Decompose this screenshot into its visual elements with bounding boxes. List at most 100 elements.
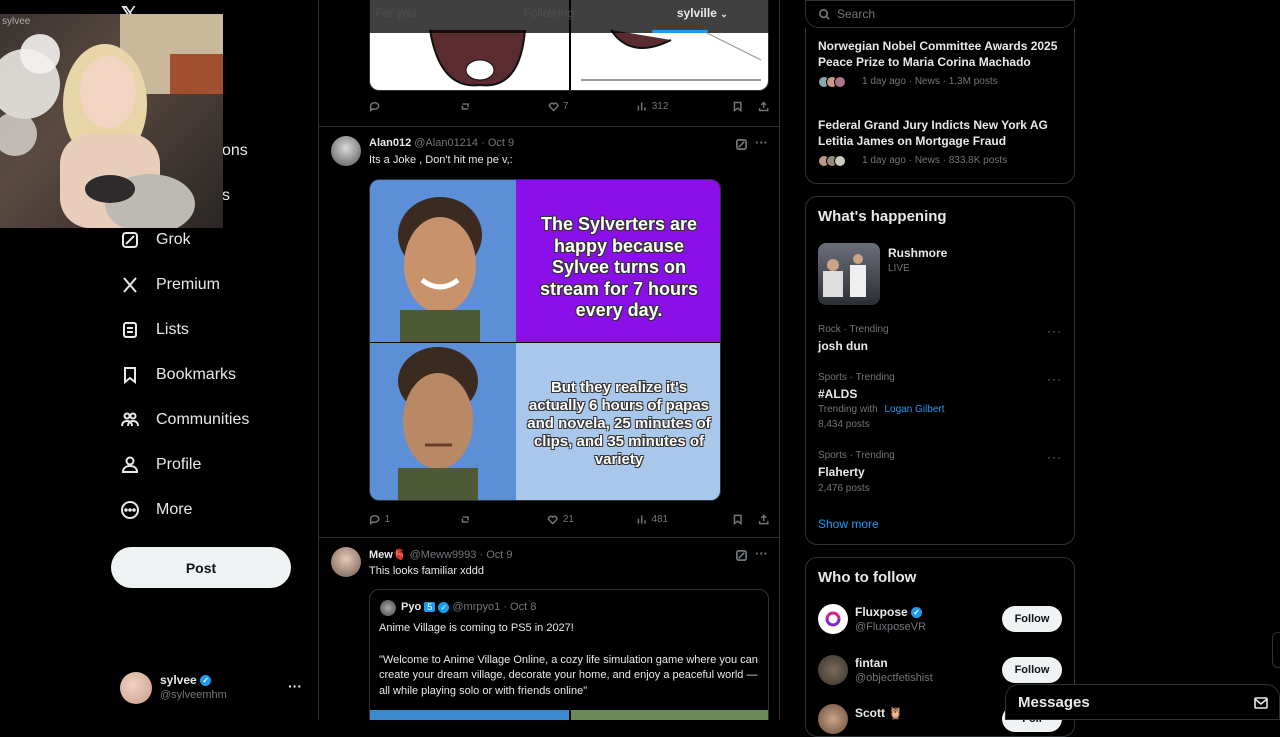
- views-icon[interactable]: [636, 100, 647, 113]
- webcam-label: sylvee: [2, 16, 31, 27]
- trend-name[interactable]: josh dun: [818, 339, 868, 353]
- share-icon[interactable]: [758, 513, 769, 526]
- account-switcher[interactable]: sylvee ✓ @sylveemhm ···: [110, 664, 310, 712]
- news-avatars: [818, 154, 846, 172]
- tweet-header: Mew🫀 @Meww9993 · Oct 9: [369, 548, 513, 561]
- reply-icon[interactable]: [369, 513, 380, 526]
- news-item-title[interactable]: Federal Grand Jury Indicts New York AG L…: [818, 117, 1068, 149]
- section-title: Who to follow: [818, 569, 917, 586]
- bookmark-icon: [124, 367, 136, 385]
- tweet-media-meme[interactable]: The Sylverters are happy because Sylvee …: [369, 179, 721, 501]
- news-item-meta: 1 day ago · News · 1.3M posts: [862, 76, 998, 87]
- quote-text-line2: "Welcome to Anime Village Online, a cozy…: [379, 654, 758, 697]
- retweet-icon[interactable]: [460, 513, 471, 526]
- search-placeholder: Search: [837, 7, 876, 21]
- quote-media: [571, 710, 768, 720]
- live-thumbnail[interactable]: [818, 243, 880, 305]
- follow-avatar[interactable]: [818, 604, 848, 634]
- quote-text-line1: Anime Village is coming to PS5 in 2027!: [379, 622, 574, 634]
- grok-analyze-icon[interactable]: [735, 549, 748, 562]
- tweet-more-icon[interactable]: ···: [755, 546, 768, 561]
- account-more-icon[interactable]: ···: [288, 678, 302, 694]
- like-icon[interactable]: [547, 513, 559, 526]
- nav-item-lists[interactable]: Lists: [120, 318, 189, 342]
- follow-button[interactable]: Follow: [1002, 657, 1062, 683]
- tab-following[interactable]: Following: [472, 0, 625, 33]
- reply-icon[interactable]: [369, 100, 380, 113]
- profile-icon: [121, 456, 139, 473]
- follow-name[interactable]: Fluxpose: [855, 605, 908, 619]
- news-item-meta: 1 day ago · News · 833.8K posts: [862, 155, 1008, 166]
- tweet-date[interactable]: · Oct 9: [481, 137, 514, 149]
- reply-count: 1: [384, 514, 390, 525]
- trend-with-prefix: Trending with: [818, 404, 878, 415]
- retweet-icon[interactable]: [460, 100, 471, 113]
- tweet-avatar[interactable]: [331, 136, 361, 166]
- trend-posts: 2,476 posts: [818, 483, 870, 494]
- nav-label: Bookmarks: [156, 366, 237, 383]
- scrollbar[interactable]: [1272, 632, 1280, 668]
- follow-avatar[interactable]: [818, 704, 848, 734]
- like-count: 21: [562, 514, 574, 525]
- nav-item-bookmarks[interactable]: Bookmarks: [120, 363, 236, 387]
- bookmark-icon[interactable]: [732, 513, 743, 526]
- fluxpose-logo-icon: [825, 611, 841, 627]
- grok-icon: [122, 232, 138, 248]
- like-icon[interactable]: [548, 100, 559, 113]
- share-icon[interactable]: [758, 100, 769, 113]
- meme-bottom-photo: [370, 343, 516, 500]
- news-item-title[interactable]: Norwegian Nobel Committee Awards 2025 Pe…: [818, 38, 1068, 70]
- views-icon[interactable]: [636, 513, 647, 526]
- view-count: 312: [651, 101, 669, 112]
- follow-avatar[interactable]: [818, 655, 848, 685]
- tweet-author-handle[interactable]: @Meww9993: [410, 549, 477, 561]
- tweet-author-name[interactable]: Alan012: [369, 137, 411, 149]
- account-name: sylvee: [160, 673, 197, 687]
- webcam-overlay: sylvee: [0, 14, 223, 228]
- nav-item-grok[interactable]: Grok: [120, 228, 191, 252]
- show-more-link[interactable]: Show more: [818, 517, 879, 531]
- tweet-text: Its a Joke , Don't hit me pe v,:: [369, 154, 513, 166]
- trend-more-icon[interactable]: ···: [1047, 450, 1062, 464]
- nav-item-premium[interactable]: Premium: [120, 273, 220, 297]
- new-message-icon[interactable]: [1253, 695, 1269, 711]
- trend-name[interactable]: Flaherty: [818, 465, 865, 479]
- trend-category: Sports · Trending: [818, 450, 895, 461]
- live-title[interactable]: Rushmore: [888, 246, 947, 260]
- nav-partial-messages[interactable]: s: [222, 187, 230, 205]
- trend-name[interactable]: #ALDS: [818, 387, 857, 401]
- nav-label: Communities: [156, 411, 250, 428]
- trend-with-link[interactable]: Logan Gilbert: [884, 404, 944, 415]
- verified-icon: ✓: [200, 675, 212, 687]
- trend-more-icon[interactable]: ···: [1047, 324, 1062, 338]
- quote-date: · Oct 8: [503, 601, 537, 613]
- nav-item-communities[interactable]: Communities: [120, 408, 249, 432]
- nav-item-profile[interactable]: Profile: [120, 453, 201, 477]
- nav-item-more[interactable]: More: [120, 498, 192, 522]
- tweet-more-icon[interactable]: ···: [755, 135, 768, 150]
- tweet-avatar[interactable]: [331, 547, 361, 577]
- tab-for-you[interactable]: For you: [319, 0, 472, 33]
- nav-partial-notifications[interactable]: ons: [222, 142, 248, 160]
- grok-analyze-icon[interactable]: [735, 138, 748, 151]
- tweet-date[interactable]: · Oct 9: [479, 549, 512, 561]
- search-input[interactable]: Search: [805, 0, 1075, 28]
- post-button[interactable]: Post: [111, 547, 291, 588]
- messages-drawer[interactable]: Messages: [1005, 684, 1280, 720]
- trend-more-icon[interactable]: ···: [1047, 372, 1062, 386]
- tweet-author-name[interactable]: Mew🫀: [369, 549, 407, 561]
- quote-tweet[interactable]: Pyo 5 ✓ @mrpyo1 · Oct 8 Anime Village is…: [369, 589, 769, 720]
- follow-button[interactable]: Follow: [1002, 606, 1062, 632]
- quote-avatar: [380, 600, 396, 616]
- search-icon: [819, 8, 830, 20]
- tab-sylville[interactable]: sylville ⌄: [626, 0, 779, 33]
- meme-top-photo: [370, 180, 516, 342]
- follow-handle: @FluxposeVR: [855, 621, 927, 633]
- account-handle: @sylveemhm: [160, 689, 227, 701]
- tweet-author-handle[interactable]: @Alan01214: [414, 137, 478, 149]
- live-status: LIVE: [888, 263, 910, 274]
- trend-context: Trending with Logan Gilbert: [818, 404, 945, 415]
- follow-name[interactable]: fintan: [855, 656, 888, 670]
- follow-name[interactable]: Scott 🦉: [855, 706, 903, 720]
- bookmark-icon[interactable]: [732, 100, 743, 113]
